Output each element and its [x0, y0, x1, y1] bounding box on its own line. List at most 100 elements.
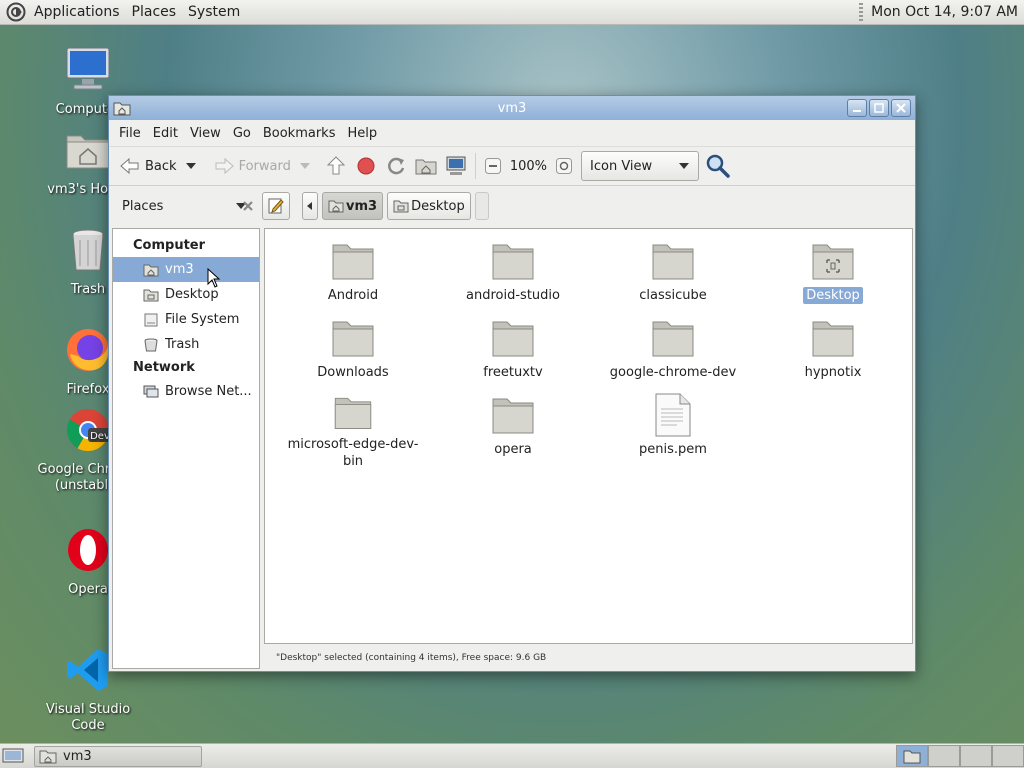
stop-button[interactable] — [351, 151, 381, 181]
breadcrumb-desktop[interactable]: Desktop — [387, 192, 471, 220]
taskbar-item-vm3[interactable]: vm3 — [34, 746, 202, 767]
back-button[interactable]: Back — [115, 151, 181, 181]
file-label: freetuxtv — [483, 365, 543, 380]
menu-view[interactable]: View — [184, 126, 227, 141]
forward-arrow-icon — [215, 157, 234, 175]
file-item-freetuxtv[interactable]: freetuxtv — [433, 316, 593, 393]
folder-icon — [492, 398, 534, 434]
sidebar-heading-computer: Computer — [133, 238, 206, 253]
minimize-button[interactable] — [847, 99, 867, 117]
workspace-3[interactable] — [960, 745, 992, 767]
menu-help[interactable]: Help — [341, 126, 383, 141]
folder-icon — [652, 244, 694, 280]
workspace-2[interactable] — [928, 745, 960, 767]
toolbar-separator — [474, 153, 476, 179]
zoom-reset-icon — [556, 158, 573, 174]
computer-icon — [66, 47, 110, 90]
zoom-level[interactable]: 100% — [506, 151, 551, 181]
back-history-button[interactable] — [181, 151, 201, 181]
text-file-icon — [655, 393, 691, 437]
computer-button[interactable] — [441, 151, 471, 181]
menu-go[interactable]: Go — [227, 126, 257, 141]
desktop-folder-icon — [393, 200, 409, 213]
folder-icon — [492, 321, 534, 357]
chevron-left-icon — [307, 202, 312, 210]
view-mode-select[interactable]: Icon View — [581, 151, 700, 181]
close-button[interactable] — [891, 99, 911, 117]
file-item-google-chrome-dev[interactable]: google-chrome-dev — [593, 316, 753, 393]
folder-icon — [332, 321, 374, 357]
search-button[interactable] — [701, 151, 735, 181]
breadcrumb-vm3[interactable]: vm3 — [322, 192, 384, 220]
toolbar: Back Forward 100% Icon View — [109, 146, 915, 186]
file-view: Android android-studio classicube Desktop Do… — [264, 228, 913, 644]
close-sidebar-icon[interactable] — [242, 200, 254, 212]
chevron-down-icon — [299, 163, 310, 169]
reload-button[interactable] — [381, 151, 411, 181]
reload-icon — [387, 157, 405, 175]
menu-bookmarks[interactable]: Bookmarks — [257, 126, 342, 141]
trash-icon — [72, 229, 104, 271]
sidebar-item-vm3[interactable]: vm3 — [113, 257, 259, 282]
computer-icon — [446, 156, 466, 175]
location-bar: Places vm3 Desktop — [109, 186, 915, 226]
file-item-classicube[interactable]: classicube — [593, 239, 753, 316]
back-arrow-icon — [120, 157, 139, 175]
file-item-downloads[interactable]: Downloads — [273, 316, 433, 393]
menu-file[interactable]: File — [113, 126, 147, 141]
up-arrow-icon — [326, 156, 346, 175]
places-menu[interactable]: Places — [126, 0, 183, 25]
file-label: Android — [327, 288, 379, 303]
folder-icon — [332, 244, 374, 280]
sidebar-heading-network: Network — [133, 360, 195, 375]
mouse-cursor-icon — [207, 268, 221, 288]
system-menu[interactable]: System — [182, 0, 246, 25]
home-folder-icon — [903, 750, 921, 764]
sidebar-item-trash[interactable]: Trash — [113, 332, 259, 357]
forward-button[interactable]: Forward — [209, 151, 295, 181]
file-item-android[interactable]: Android — [273, 239, 433, 316]
firefox-icon — [67, 329, 109, 371]
show-desktop-icon[interactable] — [2, 747, 24, 765]
vscode-icon — [67, 649, 108, 691]
file-item-penis-pem[interactable]: penis.pem — [593, 393, 753, 470]
forward-history-button[interactable] — [295, 151, 315, 181]
zoom-out-icon — [484, 158, 501, 174]
workspace-4[interactable] — [992, 745, 1024, 767]
breadcrumb-back[interactable] — [302, 192, 318, 220]
toggle-location-entry-button[interactable] — [262, 192, 290, 220]
folder-icon — [652, 321, 694, 357]
back-label: Back — [145, 158, 177, 174]
breadcrumb-forward[interactable] — [474, 192, 489, 220]
home-button[interactable] — [411, 151, 441, 181]
file-label: google-chrome-dev — [609, 365, 737, 380]
places-selector-label: Places — [122, 198, 164, 214]
maximize-button[interactable] — [869, 99, 889, 117]
chevron-down-icon — [185, 163, 196, 169]
file-item-android-studio[interactable]: android-studio — [433, 239, 593, 316]
file-item-microsoft-edge-dev-bin[interactable]: microsoft-edge-dev-bin — [273, 393, 433, 470]
file-item-opera[interactable]: opera — [433, 393, 593, 470]
applications-menu[interactable]: Applications — [28, 0, 126, 25]
status-bar: "Desktop" selected (containing 4 items),… — [276, 653, 547, 663]
menu-edit[interactable]: Edit — [147, 126, 184, 141]
zoom-in-button[interactable] — [551, 151, 577, 181]
file-label: penis.pem — [639, 442, 707, 457]
close-icon — [896, 103, 906, 113]
clock[interactable]: Mon Oct 14, 9:07 AM — [871, 4, 1018, 20]
sidebar-item-desktop[interactable]: Desktop — [113, 282, 259, 307]
places-selector[interactable]: Places — [109, 199, 259, 214]
distro-logo-icon[interactable] — [6, 2, 26, 22]
zoom-out-button[interactable] — [480, 151, 506, 181]
file-item-desktop[interactable]: Desktop — [753, 239, 913, 316]
workspace-1[interactable] — [896, 745, 928, 767]
up-button[interactable] — [321, 151, 351, 181]
sidebar-item-browse-network[interactable]: Browse Net... — [113, 379, 259, 404]
folder-icon — [812, 321, 854, 357]
file-item-hypnotix[interactable]: hypnotix — [753, 316, 913, 393]
home-folder-icon — [328, 200, 344, 213]
window-titlebar[interactable]: vm3 — [109, 96, 915, 120]
sidebar-item-file-system[interactable]: File System — [113, 307, 259, 332]
edit-icon — [268, 198, 284, 214]
menubar: File Edit View Go Bookmarks Help — [109, 120, 915, 146]
